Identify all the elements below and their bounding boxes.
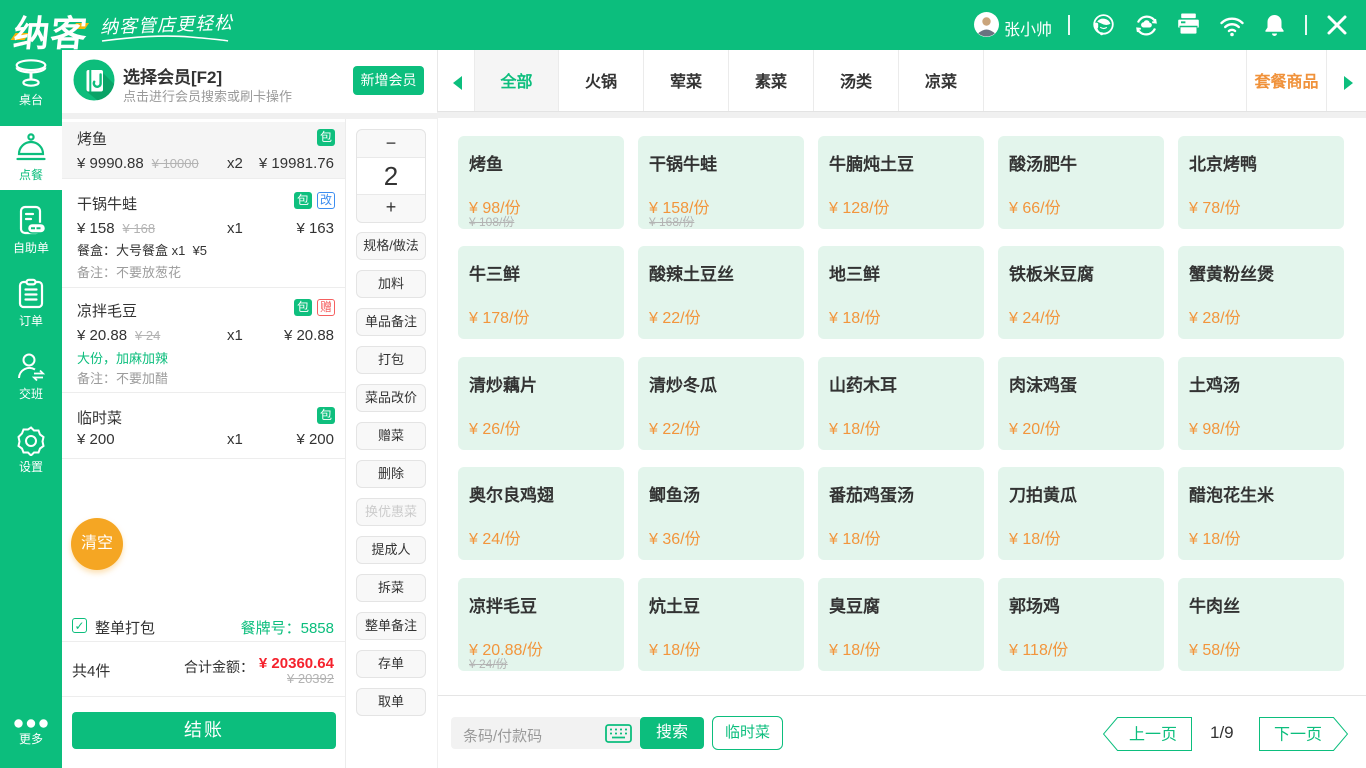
svg-text:下一页: 下一页 xyxy=(1274,727,1322,744)
svg-text:上一页: 上一页 xyxy=(1129,726,1177,744)
